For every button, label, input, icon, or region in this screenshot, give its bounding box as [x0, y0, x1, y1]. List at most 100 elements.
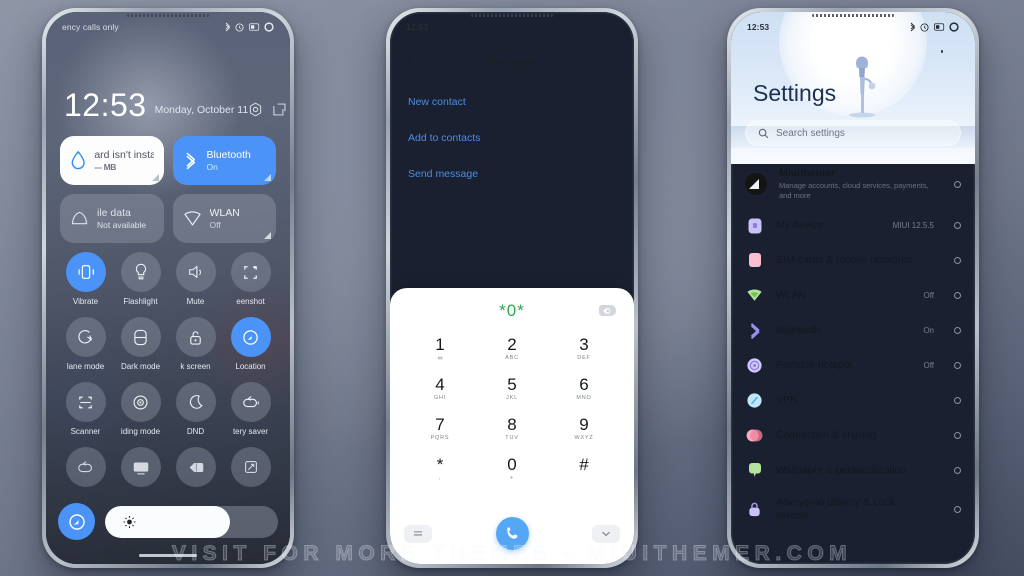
page-title: Recents	[486, 55, 538, 71]
phone-settings: 12:53 Settings Search settings Miuitheme	[727, 8, 979, 568]
settings-row-sim-cards[interactable]: SIM cards & mobile networks	[731, 243, 975, 278]
settings-row-account[interactable]: Miuithemer Manage accounts, cloud servic…	[731, 160, 975, 208]
qs-tile-contrast[interactable]	[168, 447, 223, 487]
status-icons	[910, 22, 960, 32]
qs-tile-reading-mode[interactable]: iding mode	[113, 382, 168, 436]
edit-icon[interactable]	[272, 102, 287, 117]
qs-label: iding mode	[120, 427, 161, 436]
quick-settings-grid: Vibrate Flashlight Mute eenshot lane mod…	[58, 252, 278, 487]
action-link-list: New contact Add to contacts Send message	[408, 96, 616, 204]
brightness-slider[interactable]	[105, 505, 278, 538]
key-4[interactable]: 4 GHI	[404, 371, 476, 406]
chevron-right-icon	[954, 292, 961, 299]
settings-row-my-device[interactable]: My device MIUI 12.5.5	[731, 208, 975, 243]
row-label: SIM cards & mobile networks	[776, 253, 912, 266]
chevron-right-icon	[954, 397, 961, 404]
collapse-dialpad-button[interactable]	[592, 524, 620, 543]
qs-tile-battery-saver[interactable]: tery saver	[223, 382, 278, 436]
qs-tile-cast[interactable]	[113, 447, 168, 487]
settings-row-vpn[interactable]: VPN	[731, 383, 975, 418]
key-8[interactable]: 8 TUV	[476, 411, 548, 446]
phone-dialer: 12:53 Recents New contact Add to contact…	[386, 8, 638, 568]
qs-tile-lock-screen[interactable]: k screen	[168, 317, 223, 371]
home-indicator[interactable]	[139, 554, 197, 557]
key-sub: ,	[438, 474, 442, 481]
settings-row-wallpaper[interactable]: Wallpaper & personalization	[731, 453, 975, 488]
key-7[interactable]: 7 PQRS	[404, 411, 476, 446]
key-3[interactable]: 3 DEF	[548, 331, 620, 366]
call-button[interactable]	[495, 517, 529, 550]
chevron-right-icon	[954, 180, 961, 188]
qs-tile-vibrate[interactable]: Vibrate	[58, 252, 113, 306]
search-settings-field[interactable]: Search settings	[745, 120, 961, 146]
location-icon	[243, 329, 258, 345]
contrast-icon	[189, 462, 203, 472]
account-name: Miuithemer	[779, 166, 836, 179]
settings-row-bluetooth[interactable]: Bluetooth On	[731, 313, 975, 348]
chevron-right-icon	[954, 432, 961, 439]
account-sub: Manage accounts, cloud services, payment…	[779, 181, 929, 201]
qs-label: eenshot	[236, 297, 265, 306]
settings-row-wlan[interactable]: WLAN Off	[731, 278, 975, 313]
settings-row-connection-sharing[interactable]: Connection & sharing	[731, 418, 975, 453]
row-label: VPN	[776, 393, 798, 406]
key-sub: DEF	[577, 354, 591, 361]
avatar	[745, 173, 767, 195]
bluetooth-icon	[225, 22, 230, 32]
link-add-to-contacts[interactable]: Add to contacts	[408, 132, 616, 144]
qs-tile-screenshot[interactable]: eenshot	[223, 252, 278, 306]
key-sub: JKL	[506, 394, 518, 401]
key-9[interactable]: 9 WXYZ	[548, 411, 620, 446]
resize-corner-icon	[264, 174, 271, 181]
qs-tile-auto-rotate[interactable]	[223, 447, 278, 487]
flashlight-icon	[135, 263, 146, 280]
back-button[interactable]	[406, 54, 423, 72]
chevron-right-icon	[954, 505, 961, 513]
qs-tile-flashlight[interactable]: Flashlight	[113, 252, 168, 306]
qs-tile-extra-battery[interactable]	[58, 447, 113, 487]
settings-row-aod-lock-screen[interactable]: Always-on display & Lock screen	[731, 488, 975, 530]
link-send-message[interactable]: Send message	[408, 168, 616, 180]
screenshot-icon	[244, 265, 257, 279]
key-6[interactable]: 6 MNO	[548, 371, 620, 406]
dialpad-actions	[404, 517, 620, 550]
key-1[interactable]: 1 ∞	[404, 331, 476, 366]
search-placeholder: Search settings	[776, 127, 845, 139]
tile-bluetooth[interactable]: Bluetooth On	[172, 136, 276, 185]
qs-tile-mute[interactable]: Mute	[168, 252, 223, 306]
link-new-contact[interactable]: New contact	[408, 96, 616, 108]
key-0[interactable]: 0 +	[476, 451, 548, 486]
tile-sub: Not available	[97, 220, 147, 231]
mobile-data-icon	[71, 211, 88, 225]
battery-saver-icon	[77, 460, 92, 472]
tile-mobile-data[interactable]: ile data Not available	[60, 194, 164, 243]
tile-wlan[interactable]: WLAN Off	[172, 194, 276, 243]
hotspot-icon	[745, 356, 764, 375]
key-5[interactable]: 5 JKL	[476, 371, 548, 406]
bluetooth-icon	[185, 152, 195, 169]
location-shortcut-button[interactable]	[58, 503, 95, 540]
battery-saver-icon	[242, 395, 259, 407]
key-hash[interactable]: #	[548, 451, 620, 486]
keypad-menu-button[interactable]	[404, 524, 432, 543]
camera-icon[interactable]	[248, 102, 263, 117]
tile-mobile-data-usage[interactable]: ard isn't insta --- MB	[60, 136, 164, 185]
chevron-right-icon	[954, 222, 961, 229]
key-star[interactable]: *,	[404, 451, 476, 486]
qs-tile-scanner[interactable]: Scanner	[58, 382, 113, 436]
qs-label: tery saver	[232, 427, 269, 436]
chevron-right-icon	[954, 467, 961, 474]
sim-card-icon	[745, 251, 764, 270]
qs-tile-dnd[interactable]: DND	[168, 382, 223, 436]
battery-icon	[592, 23, 603, 31]
bluetooth-icon	[910, 22, 915, 32]
settings-row-portable-hotspot[interactable]: Portable hotspot Off	[731, 348, 975, 383]
speaker-grille-icon	[471, 14, 553, 17]
qs-tile-airplane-mode[interactable]: lane mode	[58, 317, 113, 371]
qs-tile-location[interactable]: Location	[223, 317, 278, 371]
key-2[interactable]: 2 ABC	[476, 331, 548, 366]
qs-tile-dark-mode[interactable]: Dark mode	[113, 317, 168, 371]
battery-icon	[933, 23, 944, 31]
backspace-button[interactable]	[599, 305, 616, 316]
brightness-bar-row	[58, 503, 278, 540]
